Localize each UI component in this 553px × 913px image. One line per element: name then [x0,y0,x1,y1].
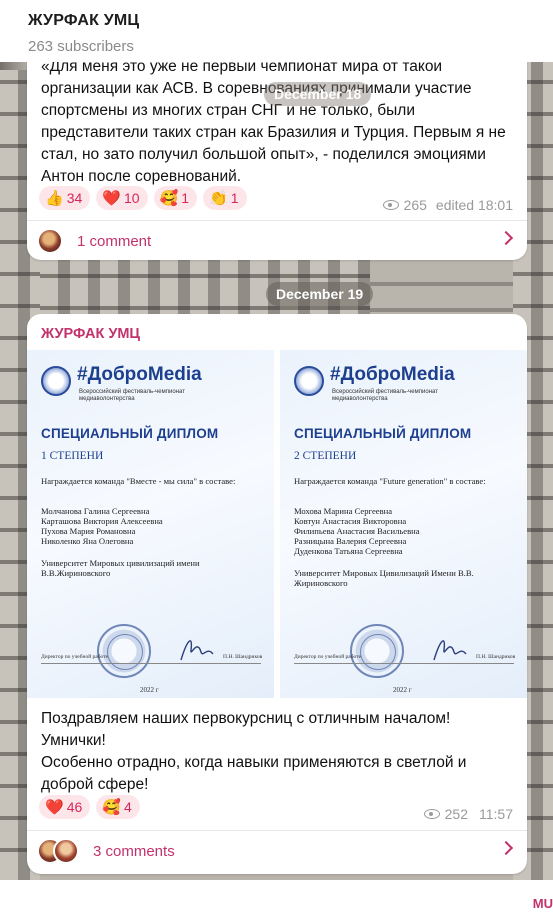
post1-text: «Для меня это уже не первый чемпионат ми… [41,58,506,185]
comments-label: 1 comment [77,232,152,250]
footer-fragment: MU [532,896,553,911]
channel-header[interactable]: ЖУРФАК УМЦ 263 subscribers [0,0,553,62]
signature-caption-left: Директор по учебной работе [41,654,109,660]
clap-icon: 👏 [209,189,228,207]
diploma-degree: 2 СТЕПЕНИ [294,450,357,462]
signature-icon [180,640,214,661]
bottom-bar: MU [0,880,553,913]
reaction-heart[interactable]: ❤️ 10 [96,186,148,210]
diploma-members: Мохова Марина Сергеевна Ковтун Анастасия… [294,506,420,556]
view-count: 265 [403,197,427,213]
diploma-image-1[interactable]: #ДоброMedia Всероссийский фестиваль-чемп… [27,350,274,698]
diploma-university: Университет Мировых цивилизаций имени В.… [41,558,200,578]
diploma-university: Университет Мировых Цивилизаций Имени В.… [294,568,474,588]
smiling-hearts-icon: 🥰 [102,798,121,816]
diploma-awarded: Награждается команда "Вместе - мы сила" … [41,476,236,486]
reaction-count: 46 [66,799,83,815]
festival-logo-icon [41,366,71,396]
eye-icon [423,809,440,819]
floating-date-chip: December 18 [264,82,372,106]
post2-reactions: ❤️ 46 🥰 4 [39,795,140,819]
post-time: edited 18:01 [435,197,513,213]
reaction-count: 1 [181,190,190,206]
message-bubble-post2[interactable]: ЖУРФАК УМЦ #ДоброMedia Всероссийский фес… [27,314,527,874]
diploma-brand-subtitle: Всероссийский фестиваль-чемпионат медиав… [79,389,185,402]
smiling-hearts-icon: 🥰 [159,189,179,207]
heart-icon: ❤️ [102,189,121,207]
diploma-awarded: Награждается команда "Future generation"… [294,476,486,486]
reaction-clap[interactable]: 👏 1 [203,186,247,210]
chevron-right-icon [498,840,514,856]
diploma-brand-subtitle: Всероссийский фестиваль-чемпионат медиав… [332,389,438,402]
reaction-count: 4 [123,799,132,815]
diploma-brand: #ДоброMedia [77,364,202,385]
post1-comments-link[interactable]: 1 comment [27,221,527,261]
chevron-right-icon [498,230,514,246]
signature-caption-right: П.Н. Шандриков [476,654,516,660]
signature-icon [433,640,467,661]
post-time: 11:57 [479,806,513,822]
eye-icon [382,200,399,210]
diploma-year: 2022 г [393,686,412,694]
diploma-title: СПЕЦИАЛЬНЫЙ ДИПЛОМ [294,426,472,441]
reaction-smiling-hearts[interactable]: 🥰 1 [153,186,198,210]
seal-stamp-icon [350,624,404,678]
channel-title: ЖУРФАК УМЦ [28,12,140,29]
post2-channel-name[interactable]: ЖУРФАК УМЦ [41,326,140,342]
avatar [53,838,79,864]
reaction-count: 34 [66,190,83,206]
post1-meta: 265 edited 18:01 [382,197,513,213]
seal-stamp-icon [97,624,151,678]
diploma-members: Молчанова Галина Сергеевна Карташова Вик… [41,506,163,546]
view-count: 252 [444,806,468,822]
comments-label: 3 comments [93,842,175,860]
reaction-smiling-hearts[interactable]: 🥰 4 [96,795,140,819]
signature-line [41,663,261,664]
reaction-count: 10 [123,190,140,206]
reaction-thumbs-up[interactable]: 👍 34 [39,186,91,210]
diploma-image-2[interactable]: #ДоброMedia Всероссийский фестиваль-чемп… [280,350,527,698]
heart-icon: ❤️ [45,798,64,816]
diploma-title: СПЕЦИАЛЬНЫЙ ДИПЛОМ [41,426,219,441]
post2-meta: 252 11:57 [423,806,513,822]
subscriber-count: 263 subscribers [28,38,134,55]
post2-text: Поздравляем наших первокурсниц с отличны… [41,710,467,793]
post1-reactions: 👍 34 ❤️ 10 🥰 1 👏 1 [39,186,247,210]
diploma-degree: 1 СТЕПЕНИ [41,450,104,462]
avatar [37,228,63,254]
signature-line [294,663,514,664]
reaction-count: 1 [230,190,239,206]
thumbs-up-icon: 👍 [45,189,64,207]
signature-caption-left: Директор по учебной работе [294,654,362,660]
diploma-year: 2022 г [140,686,159,694]
signature-caption-right: П.Н. Шандриков [223,654,263,660]
diploma-brand: #ДоброMedia [330,364,455,385]
message-bubble-post1[interactable]: «Для меня это уже не первый чемпионат ми… [27,48,527,260]
reaction-heart[interactable]: ❤️ 46 [39,795,91,819]
date-separator: December 19 [266,282,374,306]
festival-logo-icon [294,366,324,396]
post2-comments-link[interactable]: 3 comments [27,831,527,871]
